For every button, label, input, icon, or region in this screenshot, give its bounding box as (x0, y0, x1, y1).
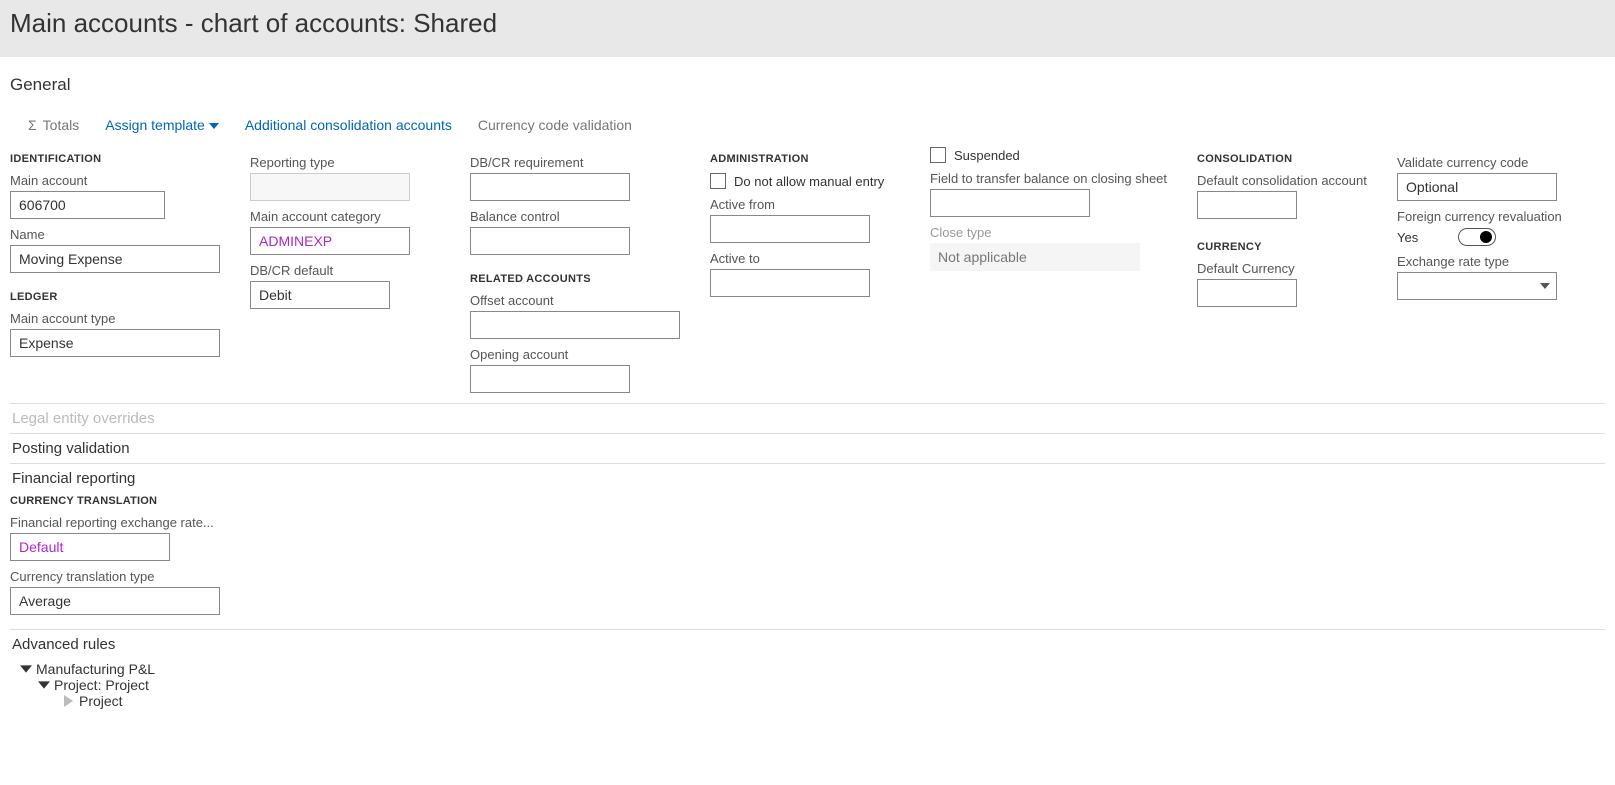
default-consolidation-field[interactable] (1197, 191, 1297, 219)
label-dbcr-default: DB/CR default (250, 263, 440, 278)
main-account-category-field[interactable]: ADMINEXP (250, 227, 410, 255)
fasttab-advanced-rules[interactable]: Advanced rules (10, 630, 1605, 659)
section-general[interactable]: General (10, 75, 1605, 95)
group-currency-translation: CURRENCY TRANSLATION (10, 495, 1605, 507)
triangle-expanded-icon (20, 665, 32, 672)
fasttab-financial-reporting[interactable]: Financial reporting (10, 464, 1605, 493)
label-main-account: Main account (10, 173, 220, 188)
advanced-rules-tree: Manufacturing P&L Project: Project Proje… (10, 659, 1605, 719)
label-reporting-type: Reporting type (250, 155, 440, 170)
offset-account-field[interactable] (470, 311, 680, 339)
triangle-expanded-icon (38, 681, 50, 688)
col-validate: Validate currency code Optional Foreign … (1397, 147, 1587, 393)
label-offset-account: Offset account (470, 293, 680, 308)
tree-node-manufacturing[interactable]: Manufacturing P&L (22, 661, 1605, 677)
group-administration: ADMINISTRATION (710, 153, 900, 165)
main-account-field[interactable]: 606700 (10, 191, 165, 219)
fr-exchange-rate-field[interactable]: Default (10, 533, 170, 561)
validate-currency-field[interactable]: Optional (1397, 173, 1557, 201)
label-validate-currency: Validate currency code (1397, 155, 1587, 170)
col-admin: ADMINISTRATION Do not allow manual entry… (710, 147, 900, 393)
close-type-field: Not applicable (930, 243, 1140, 271)
tree-node-project-project[interactable]: Project: Project (40, 677, 1605, 693)
sigma-icon: Σ (28, 117, 37, 133)
chevron-down-icon (209, 123, 219, 129)
label-exchange-rate-type: Exchange rate type (1397, 254, 1587, 269)
label-name: Name (10, 227, 220, 242)
additional-consolidation-action[interactable]: Additional consolidation accounts (245, 117, 452, 133)
label-default-currency: Default Currency (1197, 261, 1367, 276)
suspended-row[interactable]: Suspended (930, 147, 1167, 163)
group-related-accounts: RELATED ACCOUNTS (470, 273, 680, 285)
col-ledger-extra: Reporting type Main account category ADM… (250, 147, 440, 393)
opening-account-field[interactable] (470, 365, 630, 393)
currency-translation-type-field[interactable]: Average (10, 587, 220, 615)
exchange-rate-type-field[interactable] (1397, 272, 1557, 300)
fasttab-posting-validation[interactable]: Posting validation (10, 434, 1605, 463)
default-currency-field[interactable] (1197, 279, 1297, 307)
reporting-type-field[interactable] (250, 173, 410, 201)
label-main-account-type: Main account type (10, 311, 220, 326)
suspended-label: Suspended (954, 148, 1020, 163)
action-row: ΣTotals Assign template Additional conso… (10, 109, 1605, 147)
main-account-type-field[interactable]: Expense (10, 329, 220, 357)
label-foreign-revaluation: Foreign currency revaluation (1397, 209, 1587, 224)
label-opening-account: Opening account (470, 347, 680, 362)
group-identification: IDENTIFICATION (10, 153, 220, 165)
manual-entry-label: Do not allow manual entry (734, 174, 884, 189)
col-admin2: Suspended Field to transfer balance on c… (930, 147, 1167, 393)
label-dbcr-requirement: DB/CR requirement (470, 155, 680, 170)
foreign-revaluation-value: Yes (1397, 230, 1418, 245)
balance-control-field[interactable] (470, 227, 630, 255)
label-main-account-category: Main account category (250, 209, 440, 224)
manual-entry-checkbox[interactable] (710, 173, 726, 189)
foreign-revaluation-toggle[interactable] (1458, 228, 1496, 246)
totals-action[interactable]: ΣTotals (28, 117, 79, 133)
label-default-consolidation: Default consolidation account (1197, 173, 1367, 188)
label-field-transfer: Field to transfer balance on closing she… (930, 171, 1167, 186)
assign-template-action[interactable]: Assign template (105, 117, 219, 133)
col-identification: IDENTIFICATION Main account 606700 Name … (10, 147, 220, 393)
group-currency: CURRENCY (1197, 241, 1367, 253)
label-fr-exchange-rate: Financial reporting exchange rate... (10, 515, 1605, 530)
name-field[interactable]: Moving Expense (10, 245, 220, 273)
page-header: Main accounts - chart of accounts: Share… (0, 0, 1615, 57)
suspended-checkbox[interactable] (930, 147, 946, 163)
active-from-field[interactable] (710, 215, 870, 243)
label-active-to: Active to (710, 251, 900, 266)
label-currency-translation-type: Currency translation type (10, 569, 1605, 584)
group-consolidation: CONSOLIDATION (1197, 153, 1367, 165)
page-title: Main accounts - chart of accounts: Share… (10, 8, 1605, 39)
active-to-field[interactable] (710, 269, 870, 297)
dbcr-requirement-field[interactable] (470, 173, 630, 201)
tree-node-project[interactable]: Project (64, 693, 1605, 709)
fasttab-legal-entity[interactable]: Legal entity overrides (10, 404, 1605, 433)
chevron-down-icon (1540, 283, 1550, 289)
currency-code-validation-action[interactable]: Currency code validation (478, 117, 632, 133)
label-active-from: Active from (710, 197, 900, 212)
manual-entry-row[interactable]: Do not allow manual entry (710, 173, 900, 189)
triangle-collapsed-icon (64, 695, 73, 707)
group-ledger: LEDGER (10, 291, 220, 303)
dbcr-default-field[interactable]: Debit (250, 281, 390, 309)
label-balance-control: Balance control (470, 209, 680, 224)
field-transfer-field[interactable] (930, 189, 1090, 217)
label-close-type: Close type (930, 225, 1167, 240)
col-consolidation: CONSOLIDATION Default consolidation acco… (1197, 147, 1367, 393)
col-related: DB/CR requirement Balance control RELATE… (470, 147, 680, 393)
